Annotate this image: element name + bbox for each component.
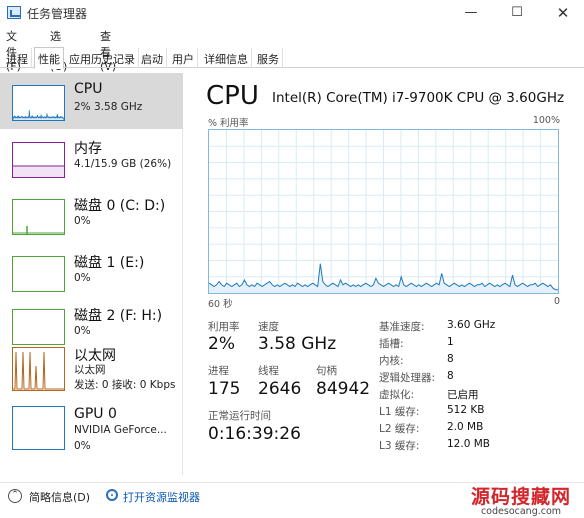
- detail-key-logical-processors: 逻辑处理器:: [379, 372, 436, 384]
- threads-value: 2646: [258, 379, 302, 399]
- resource-list: CPU 2% 3.58 GHz 内存 4.1/15.9 GB (26%) 磁盘 …: [0, 73, 183, 475]
- gpu-0-thumbnail: [12, 406, 65, 450]
- utilization-label: 利用率: [208, 321, 240, 333]
- detail-value-l1-cache: 512 KB: [447, 404, 485, 416]
- cpu-utilization-chart: [208, 130, 558, 293]
- tab-services[interactable]: 服务: [254, 48, 283, 68]
- detail-value-l2-cache: 2.0 MB: [447, 421, 484, 433]
- resource-value: 0%: [74, 215, 91, 227]
- task-manager-icon: [7, 6, 21, 19]
- chevron-up-icon[interactable]: ⌃: [8, 489, 22, 503]
- resource-value-detail: 发送: 0 接收: 0 Kbps: [74, 379, 176, 391]
- graph-y-max-label: 100%: [532, 115, 560, 126]
- cpu-mini-line: [13, 110, 64, 120]
- resource-gpu-0[interactable]: GPU 0 NVIDIA GeForce... 0%: [0, 404, 183, 468]
- uptime-label: 正常运行时间: [208, 410, 271, 422]
- detail-key-sockets: 插槽:: [379, 338, 404, 350]
- resource-title: 磁盘 2 (F: H:): [74, 308, 163, 324]
- watermark-logo: 源码搜藏网 codesocang.com: [458, 482, 584, 518]
- threads-label: 线程: [258, 365, 279, 377]
- detail-value-virtualization: 已启用: [447, 389, 479, 401]
- disk-0-mini-graph: [13, 226, 64, 234]
- tab-startup[interactable]: 启动: [138, 48, 167, 68]
- title-bar: 任务管理器 — ☐ ✕: [0, 0, 584, 26]
- resource-value: 以太网: [74, 364, 106, 376]
- open-resource-monitor-link[interactable]: 打开资源监视器: [123, 489, 200, 505]
- resource-title: 磁盘 0 (C: D:): [74, 198, 166, 214]
- resource-ethernet[interactable]: 以太网 以太网 发送: 0 接收: 0 Kbps: [0, 347, 183, 411]
- uptime-value: 0:16:39:26: [208, 424, 301, 444]
- resource-memory[interactable]: 内存 4.1/15.9 GB (26%): [0, 130, 183, 186]
- resource-title: 磁盘 1 (E:): [74, 255, 145, 271]
- processes-value: 175: [208, 379, 241, 399]
- watermark-url: codesocang.com: [480, 506, 562, 517]
- minimize-button[interactable]: —: [448, 0, 494, 26]
- maximize-button[interactable]: ☐: [494, 0, 540, 26]
- ethernet-mini-graph: [13, 351, 64, 390]
- resource-title: GPU 0: [74, 406, 117, 422]
- tab-processes[interactable]: 进程: [3, 48, 32, 68]
- fewer-details-button[interactable]: 简略信息(D): [29, 489, 90, 505]
- disk-0-thumbnail: [12, 199, 65, 235]
- graph-y-label: % 利用率: [208, 118, 249, 129]
- cpu-thumbnail: [12, 85, 65, 121]
- window-title: 任务管理器: [27, 7, 88, 21]
- resource-disk-1[interactable]: 磁盘 1 (E:) 0%: [0, 244, 183, 300]
- resource-value: NVIDIA GeForce...: [74, 424, 167, 436]
- speed-value: 3.58 GHz: [258, 334, 337, 354]
- detail-value-sockets: 1: [447, 336, 454, 348]
- resource-disk-0[interactable]: 磁盘 0 (C: D:) 0%: [0, 187, 183, 243]
- detail-key-l3-cache: L3 缓存:: [379, 440, 420, 452]
- detail-key-virtualization: 虚拟化:: [379, 389, 415, 401]
- disk-1-thumbnail: [12, 256, 65, 292]
- resource-monitor-icon: [106, 489, 118, 501]
- resource-value: 2% 3.58 GHz: [74, 101, 143, 113]
- graph-x-right-label: 0: [553, 296, 560, 307]
- processes-label: 进程: [208, 365, 229, 377]
- resource-value: 0%: [74, 272, 91, 284]
- detail-key-cores: 内核:: [379, 355, 404, 367]
- resource-value: 4.1/15.9 GB (26%): [74, 158, 172, 170]
- watermark-title: 源码搜藏网: [470, 486, 571, 508]
- handles-label: 句柄: [316, 365, 337, 377]
- speed-label: 速度: [258, 321, 279, 333]
- tab-performance[interactable]: 性能: [34, 47, 64, 69]
- disk-2-thumbnail: [12, 309, 65, 345]
- cpu-mini-graph: [13, 110, 64, 120]
- ethernet-thumbnail: [12, 347, 65, 391]
- resource-title: CPU: [74, 81, 103, 97]
- tab-bar: 进程 性能 应用历史记录 启动 用户 详细信息 服务: [0, 46, 584, 69]
- cpu-model-name: Intel(R) Core(TM) i7-9700K CPU @ 3.60GHz: [272, 90, 565, 106]
- detail-value-l3-cache: 12.0 MB: [447, 438, 490, 450]
- resource-value: 0%: [74, 325, 91, 337]
- tab-users[interactable]: 用户: [169, 48, 198, 68]
- close-button[interactable]: ✕: [540, 0, 584, 26]
- memory-mini-graph: [13, 165, 64, 177]
- memory-thumbnail: [12, 142, 65, 178]
- detail-value-cores: 8: [447, 353, 454, 365]
- tab-details[interactable]: 详细信息: [201, 48, 252, 68]
- utilization-value: 2%: [208, 334, 235, 354]
- detail-key-l2-cache: L2 缓存:: [379, 423, 420, 435]
- tab-app-history[interactable]: 应用历史记录: [66, 48, 139, 68]
- resource-title: 内存: [74, 141, 102, 157]
- graph-x-left-label: 60 秒: [208, 299, 233, 310]
- page-title: CPU: [206, 81, 259, 111]
- resource-cpu[interactable]: CPU 2% 3.58 GHz: [0, 73, 183, 129]
- resource-value-detail: 0%: [74, 440, 91, 452]
- cpu-utilization-graph: [208, 129, 559, 294]
- detail-value-logical-processors: 8: [447, 370, 454, 382]
- detail-key-base-speed: 基准速度:: [379, 321, 425, 333]
- handles-value: 84942: [316, 379, 371, 399]
- detail-key-l1-cache: L1 缓存:: [379, 406, 420, 418]
- detail-value-base-speed: 3.60 GHz: [447, 319, 496, 331]
- cpu-detail-panel: CPU Intel(R) Core(TM) i7-9700K CPU @ 3.6…: [197, 73, 577, 475]
